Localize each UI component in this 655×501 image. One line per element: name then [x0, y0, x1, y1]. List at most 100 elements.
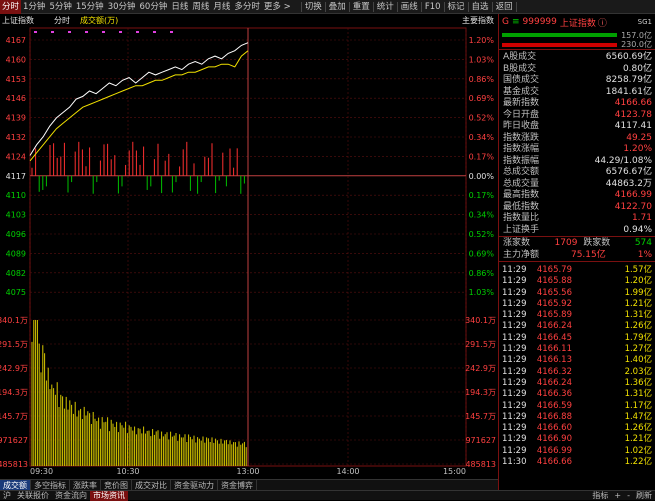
index-name: 上证指数: [559, 18, 596, 29]
tick-amount: 1.21亿: [624, 298, 652, 309]
time-tick: 14:00: [336, 467, 359, 476]
price-tick: 4117: [6, 172, 26, 181]
stat-row: 总成交额 6576.67亿: [499, 167, 655, 179]
tool-button-7[interactable]: 自选: [470, 0, 491, 14]
tick-row: 11:29 4165.56 1.99亿: [499, 288, 655, 299]
tick-row: 11:29 4165.92 1.21亿: [499, 299, 655, 310]
stat-label: 总成交额: [503, 167, 540, 177]
sell-bar: [502, 42, 618, 47]
stat-label: B股成交: [503, 63, 537, 74]
stat-value: 4166.99: [614, 190, 652, 200]
tick-time: 11:29: [502, 389, 527, 400]
toolbar-divider: [372, 1, 374, 12]
tick-time: 11:29: [502, 423, 527, 434]
bottom-control-0[interactable]: 指标: [589, 491, 611, 501]
price-tick: 4110: [6, 191, 26, 200]
bottom-control-2[interactable]: -: [624, 491, 633, 501]
vol-tick: 971627: [0, 436, 28, 445]
period-tab-7[interactable]: 周线: [190, 0, 211, 14]
tool-button-1[interactable]: 叠加: [327, 0, 348, 14]
stat-row: 昨日收盘 4117.41: [499, 121, 655, 133]
period-tab-4[interactable]: 30分钟: [106, 0, 138, 14]
tool-button-5[interactable]: F10: [423, 0, 443, 14]
toolbar-divider: [515, 1, 517, 12]
rise-label: 涨家数: [503, 238, 531, 248]
stat-label: 昨日收盘: [503, 121, 540, 131]
tick-price: 4166.13: [536, 355, 572, 366]
index-tag: SG1: [637, 18, 652, 26]
price-tick: 4139: [6, 114, 26, 123]
bottom-control-1[interactable]: +: [611, 491, 624, 501]
tool-button-4[interactable]: 画线: [399, 0, 420, 14]
indicator-tab-4[interactable]: 成交对比: [132, 479, 171, 491]
stat-row: 指数量比 1.71: [499, 213, 655, 225]
tool-button-8[interactable]: 返回: [494, 0, 515, 14]
intraday-chart[interactable]: 上证指数 分时 成交额(万) 主要指数 4167 1.20% 4160 1.03% 4153 0.…: [0, 14, 498, 490]
indicator-tab-2[interactable]: 涨跌率: [70, 479, 101, 491]
stat-value: 0.80亿: [622, 63, 652, 74]
tick-amount: 1.21亿: [624, 434, 652, 445]
period-tab-6[interactable]: 日线: [169, 0, 190, 14]
period-tab-10[interactable]: 更多 >: [262, 0, 293, 14]
event-marker: [119, 31, 122, 33]
tick-row: 11:29 4166.60 1.26亿: [499, 423, 655, 434]
stat-value: 4117.41: [614, 121, 652, 131]
period-tab-0[interactable]: 分时: [0, 0, 22, 14]
tick-time: 11:29: [502, 377, 527, 388]
bottom-tab-2[interactable]: 资金流向: [52, 491, 90, 501]
pct-tick: 0.69%: [469, 94, 495, 103]
bottom-tab-3[interactable]: 市场资讯: [90, 490, 128, 501]
pct-tick: 1.20%: [469, 36, 495, 45]
vol-tick-right: 194.3万: [465, 388, 496, 397]
period-tab-1[interactable]: 1分钟: [21, 0, 47, 14]
period-tab-5[interactable]: 60分钟: [138, 0, 170, 14]
tool-button-3[interactable]: 统计: [375, 0, 396, 14]
indicator-tab-0[interactable]: 成交额: [0, 479, 31, 491]
tool-button-6[interactable]: 标记: [446, 0, 467, 14]
tick-row: 11:29 4166.32 2.03亿: [499, 367, 655, 378]
stat-label: 指数振幅: [503, 155, 540, 166]
toolbar-divider: [300, 1, 302, 12]
tick-amount: 1.40亿: [624, 355, 652, 366]
tick-amount: 1.31亿: [624, 389, 652, 400]
stat-label: 国债成交: [503, 75, 540, 85]
stat-label: 总成交量: [503, 178, 540, 189]
stat-row: 最新指数 4166.66: [499, 98, 655, 110]
bottom-control-3[interactable]: 刷新: [633, 491, 655, 501]
tick-amount: 1.36亿: [624, 377, 652, 388]
tick-row: 11:29 4165.89 1.31亿: [499, 310, 655, 321]
indicator-tab-1[interactable]: 多空指标: [31, 479, 70, 491]
tick-price: 4165.89: [536, 310, 572, 321]
indicator-tab-6[interactable]: 资金博弈: [218, 479, 257, 491]
pct-tick: 0.86%: [469, 75, 495, 84]
bottom-tab-1[interactable]: 关联报价: [14, 491, 52, 501]
price-tick: 4146: [6, 94, 26, 103]
period-tab-2[interactable]: 5分钟: [47, 0, 73, 14]
indicator-tab-3[interactable]: 竞价图: [101, 479, 132, 491]
bottom-tab-0[interactable]: 沪: [0, 491, 14, 501]
pct-tick: 0.52%: [469, 114, 495, 123]
stat-label: 最高指数: [503, 190, 540, 200]
period-tab-8[interactable]: 月线: [211, 0, 232, 14]
menu-icon[interactable]: ≡: [512, 17, 520, 27]
toolbar: 分时 1分钟 5分钟 15分钟 30分钟 60分钟 日线 周线 月线 多分时 更多 > 切换 叠加 重置统…: [0, 0, 655, 14]
tick-amount: 1.27亿: [624, 344, 652, 355]
tick-list[interactable]: 11:29 4165.79 1.57亿 11:29 4165.88 1.20亿 11:29 4…: [499, 262, 655, 468]
tick-price: 4166.88: [536, 411, 572, 422]
vol-tick: 194.3万: [0, 388, 28, 397]
period-tab-9[interactable]: 多分时: [232, 0, 262, 14]
price-tick: 4103: [6, 211, 26, 220]
tool-button-2[interactable]: 重置: [351, 0, 372, 14]
vol-tick-right: 145.7万: [465, 412, 496, 421]
pct-tick: 1.03%: [469, 55, 495, 64]
chart-mode: 分时: [54, 15, 70, 25]
tick-price: 4166.90: [536, 434, 572, 445]
tick-row: 11:29 4166.90 1.21亿: [499, 434, 655, 445]
indicator-tab-5[interactable]: 资金驱动力: [171, 479, 218, 491]
period-tab-3[interactable]: 15分钟: [74, 0, 106, 14]
chart-canvas[interactable]: 上证指数 分时 成交额(万) 主要指数 4167 1.20% 4160 1.03% 4153 0.…: [0, 14, 498, 479]
tool-button-0[interactable]: 切换: [303, 0, 324, 14]
stat-row: 指数涨幅 1.20%: [499, 144, 655, 156]
price-tick: 4089: [6, 249, 26, 258]
info-icon[interactable]: ⓘ: [598, 16, 607, 29]
